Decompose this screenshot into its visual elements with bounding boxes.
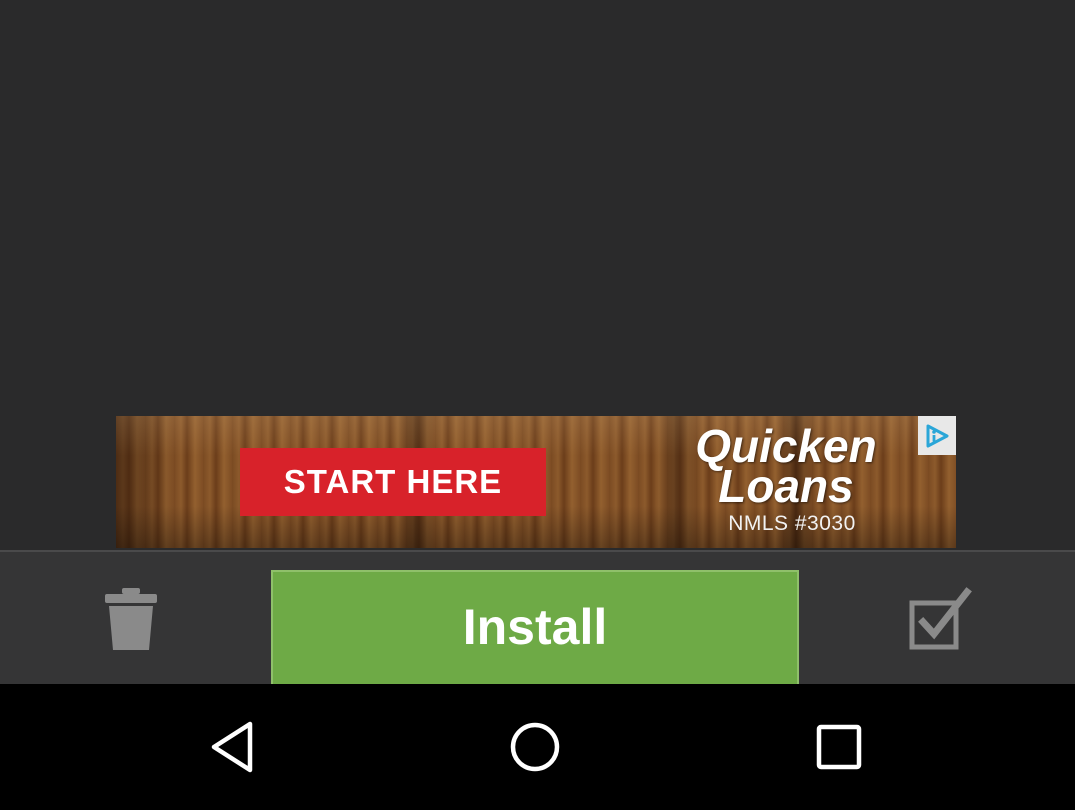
checkbox-icon	[909, 587, 972, 650]
home-icon	[510, 722, 560, 772]
action-bar: Install	[0, 550, 1075, 686]
home-button[interactable]	[500, 714, 570, 780]
ad-brand-logo: Quicken Loans	[676, 423, 896, 509]
ad-banner[interactable]: START HERE Quicken Loans NMLS #3030	[116, 416, 956, 548]
ad-license-text: NMLS #3030	[728, 512, 856, 535]
recents-icon	[816, 724, 862, 770]
adchoices-icon[interactable]	[918, 416, 956, 455]
delete-button[interactable]	[96, 582, 166, 656]
navigation-bar	[0, 684, 1075, 810]
content-area	[0, 0, 1075, 416]
confirm-button[interactable]	[900, 582, 980, 656]
screen: START HERE Quicken Loans NMLS #3030 Inst…	[0, 0, 1075, 810]
install-button[interactable]: Install	[271, 570, 799, 686]
recents-button[interactable]	[804, 714, 874, 780]
trash-icon	[105, 588, 157, 650]
ad-start-here-button[interactable]: START HERE	[240, 448, 546, 516]
back-icon	[211, 721, 253, 773]
back-button[interactable]	[198, 714, 268, 780]
